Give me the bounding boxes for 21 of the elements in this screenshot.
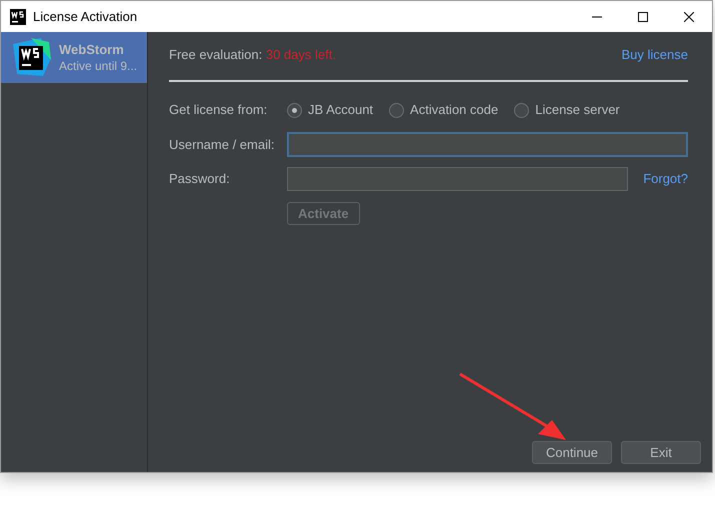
dialog-button[interactable]: Exit <box>621 441 701 464</box>
license-source-radio[interactable]: Activation code <box>389 100 498 120</box>
evaluation-text: Free evaluation: 30 days left. <box>169 46 336 64</box>
close-icon <box>684 12 694 22</box>
app-icon <box>10 8 26 24</box>
field-label: Username / email: <box>169 136 276 154</box>
product-logo-icon <box>11 38 51 78</box>
window-title: License Activation <box>33 8 138 26</box>
field-label: Get license from: <box>169 101 268 120</box>
buy-license-link[interactable]: Buy license <box>622 45 688 65</box>
product-item[interactable]: WebStorm Active until 9... <box>1 32 147 83</box>
license-source-radio[interactable]: License server <box>514 100 620 120</box>
dialog-button[interactable]: Continue <box>532 441 612 464</box>
forgot-link[interactable]: Forgot? <box>643 169 688 189</box>
field-label: Password: <box>169 170 231 188</box>
maximize-icon <box>638 12 648 22</box>
license-source-radio[interactable]: JB Account <box>287 100 374 120</box>
product-name: WebStorm <box>59 42 125 58</box>
password-field[interactable] <box>287 167 628 191</box>
username-field[interactable] <box>287 132 688 157</box>
product-status: Active until 9... <box>59 58 138 74</box>
